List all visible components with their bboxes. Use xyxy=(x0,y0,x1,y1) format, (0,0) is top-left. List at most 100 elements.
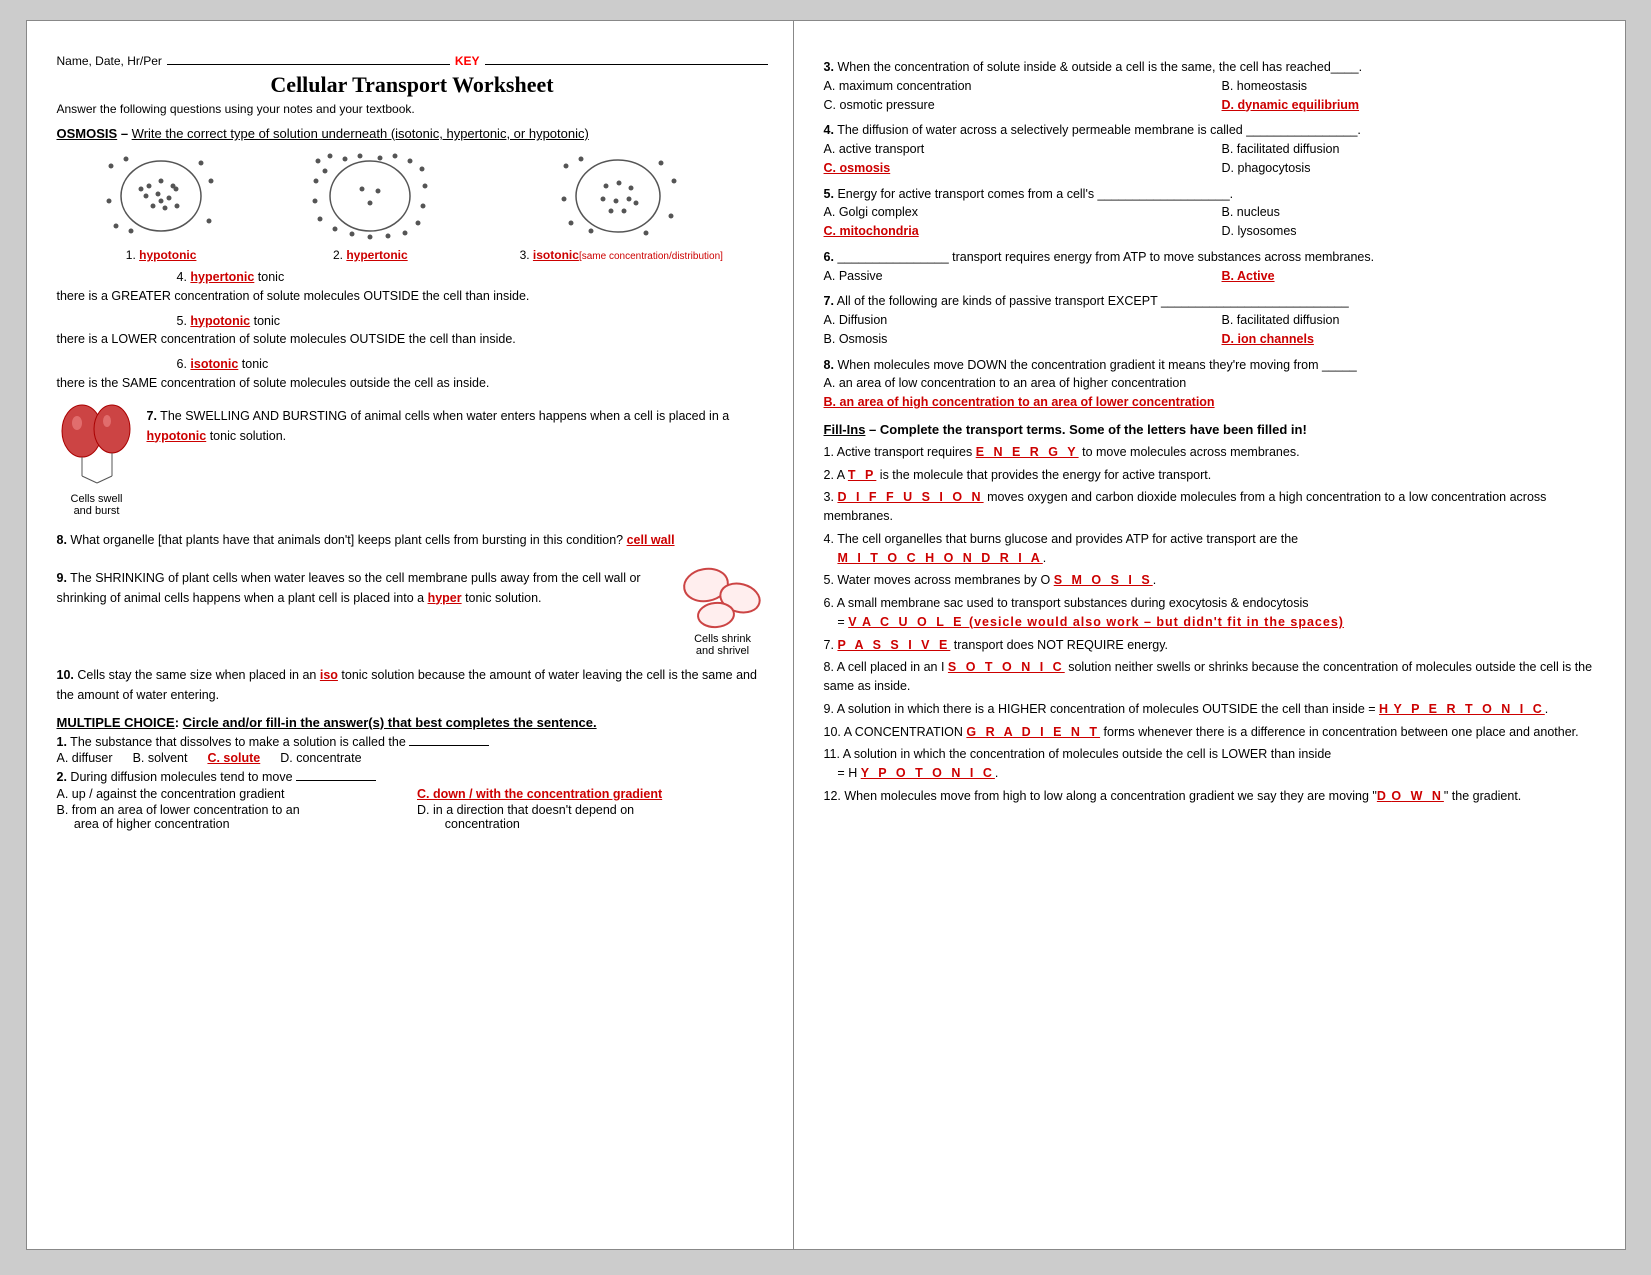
rq7-row2: B. Osmosis D. ion channels xyxy=(824,330,1600,349)
page-title: Cellular Transport Worksheet xyxy=(57,72,768,98)
rq7-opt-b: B. Osmosis xyxy=(824,330,1202,349)
fi-9: 9. A solution in which there is a HIGHER… xyxy=(824,700,1600,719)
rq3-num: 3. xyxy=(824,60,834,74)
rq7-opt-a: A. Diffusion xyxy=(824,311,1202,330)
name-underline xyxy=(167,51,450,65)
mc-q1-opt-a: A. diffuser xyxy=(57,751,113,765)
q5-blank: hypotonic xyxy=(190,314,250,328)
q7-text: 7. The SWELLING AND BURSTING of animal c… xyxy=(147,406,768,446)
q4-text2: there is a GREATER concentration of solu… xyxy=(57,289,530,303)
q7-num: 7. The SWELLING AND BURSTING of animal c… xyxy=(147,409,730,423)
left-column: Name, Date, Hr/Per KEY Cellular Transpor… xyxy=(27,21,794,1249)
fi-2: 2. A T P is the molecule that provides t… xyxy=(824,466,1600,485)
osmosis-diagrams: 1. hypotonic xyxy=(57,151,768,262)
q4-blank: hypertonic xyxy=(190,270,254,284)
diagram-1-num: 1. xyxy=(126,248,139,262)
balloon-circles xyxy=(57,401,137,491)
q9-area: 9. The SHRINKING of plant cells when wat… xyxy=(57,563,768,657)
fi-6: 6. A small membrane sac used to transpor… xyxy=(824,594,1600,632)
hypertonic-diagram xyxy=(310,151,430,241)
rq3-row1: A. maximum concentration B. homeostasis xyxy=(824,77,1600,96)
q7-tail: tonic solution. xyxy=(206,429,286,443)
rq7: 7. All of the following are kinds of pas… xyxy=(824,292,1600,348)
fi-1: 1. Active transport requires E N E R G Y… xyxy=(824,443,1600,462)
fi-12: 12. When molecules move from high to low… xyxy=(824,787,1600,806)
rq3-opt-c: C. osmotic pressure xyxy=(824,96,1202,115)
mc-q1-options: A. diffuser B. solvent C. solute D. conc… xyxy=(57,751,768,765)
fi-12-answer: D O W N xyxy=(1377,789,1444,803)
q5-text2: there is a LOWER concentration of solute… xyxy=(57,332,516,346)
fi-7: 7. P A S S I V E transport does NOT REQU… xyxy=(824,636,1600,655)
q6-block: 6. isotonic tonic there is the SAME conc… xyxy=(57,355,768,393)
rq5-num: 5. xyxy=(824,187,834,201)
fi-5-answer: S M O S I S xyxy=(1054,573,1153,587)
rq5-row2: C. mitochondria D. lysosomes xyxy=(824,222,1600,241)
q4-num: 4. xyxy=(177,270,191,284)
diagram-2-num: 2. xyxy=(333,248,346,262)
mc-q2-blank xyxy=(296,780,376,781)
q9-num: 9. The SHRINKING of plant cells when wat… xyxy=(57,571,641,605)
mc-q2: 2. During diffusion molecules tend to mo… xyxy=(57,770,768,831)
q6-blank: isotonic xyxy=(190,357,238,371)
rq5-row1: A. Golgi complex B. nucleus xyxy=(824,203,1600,222)
fi-3: 3. D I F F U S I O N moves oxygen and ca… xyxy=(824,488,1600,526)
mc-q1-opt-c: C. solute xyxy=(207,751,260,765)
fi-4: 4. The cell organelles that burns glucos… xyxy=(824,530,1600,568)
mc-q2-row1: A. up / against the concentration gradie… xyxy=(57,787,768,801)
rq4-num: 4. xyxy=(824,123,834,137)
q5-block: 5. hypotonic tonic there is a LOWER conc… xyxy=(57,312,768,350)
shrivel-label: Cells shrinkand shrivel xyxy=(694,633,751,657)
rq7-num: 7. xyxy=(824,294,834,308)
diagram-3-extra: [same concentration/distribution] xyxy=(579,251,723,262)
q4-block: 4. hypertonic tonic there is a GREATER c… xyxy=(57,268,768,306)
diagram-2: 2. hypertonic xyxy=(310,151,430,262)
key-text: KEY xyxy=(455,54,480,68)
rq4-opt-d: D. phagocytosis xyxy=(1222,159,1600,178)
rq6-num: 6. xyxy=(824,250,834,264)
rq5-opt-c: C. mitochondria xyxy=(824,222,1202,241)
q8-area: 8. What organelle [that plants have that… xyxy=(57,525,768,555)
shrivel-svg xyxy=(678,563,768,633)
diagram-2-answer: hypertonic xyxy=(346,248,407,262)
subtitle: Answer the following questions using you… xyxy=(57,102,768,116)
fi-2-answer: T P xyxy=(848,468,876,482)
q5-num: 5. xyxy=(177,314,191,328)
rq5: 5. Energy for active transport comes fro… xyxy=(824,185,1600,241)
q6-num: 6. xyxy=(177,357,191,371)
hypotonic-diagram xyxy=(101,151,221,241)
rq3-row2: C. osmotic pressure D. dynamic equilibri… xyxy=(824,96,1600,115)
q10-block: 10. Cells stay the same size when placed… xyxy=(57,665,768,705)
mc-q1: 1. The substance that dissolves to make … xyxy=(57,735,768,765)
q6-text2: there is the SAME concentration of solut… xyxy=(57,376,490,390)
mc-q2-options: A. up / against the concentration gradie… xyxy=(57,787,768,831)
mc-label: MULTIPLE CHOICE xyxy=(57,715,175,730)
right-column: 3. When the concentration of solute insi… xyxy=(794,21,1625,1249)
fi-5: 5. Water moves across membranes by O S M… xyxy=(824,571,1600,590)
q7-blank: hypotonic xyxy=(147,429,207,443)
q10-blank: iso xyxy=(320,668,338,682)
fi-10: 10. A CONCENTRATION G R A D I E N T form… xyxy=(824,723,1600,742)
rq3-opt-b: B. homeostasis xyxy=(1222,77,1600,96)
osmosis-instruction: Write the correct type of solution under… xyxy=(132,126,589,141)
shrivel-image: Cells shrinkand shrivel xyxy=(678,563,768,657)
fill-ins-label: Fill-Ins xyxy=(824,422,866,437)
mc-q2-opt-c: C. down / with the concentration gradien… xyxy=(417,787,768,801)
fill-ins-header: Fill-Ins – Complete the transport terms.… xyxy=(824,422,1600,437)
osmosis-header: OSMOSIS – Write the correct type of solu… xyxy=(57,126,768,141)
mc-header: MULTIPLE CHOICE: Circle and/or fill-in t… xyxy=(57,715,768,730)
balloon-image: Cells swelland burst xyxy=(57,401,137,517)
mc-q1-num: 1. xyxy=(57,735,67,749)
fill-ins-section: Fill-Ins – Complete the transport terms.… xyxy=(824,422,1600,806)
fi-3-answer: D I F F U S I O N xyxy=(837,490,983,504)
q9-tail: tonic solution. xyxy=(462,591,542,605)
q9-text: 9. The SHRINKING of plant cells when wat… xyxy=(57,568,668,608)
rq8-opt-b: B. an area of high concentration to an a… xyxy=(824,395,1215,409)
rq8-opt-b-row: B. an area of high concentration to an a… xyxy=(824,393,1600,412)
rq8-opt-a-row: A. an area of low concentration to an ar… xyxy=(824,374,1600,393)
rq5-opt-b: B. nucleus xyxy=(1222,203,1600,222)
diagram-3-answer: isotonic xyxy=(533,248,579,262)
rq6: 6. ________________ transport requires e… xyxy=(824,248,1600,286)
key-underline xyxy=(485,51,768,65)
rq7-opt-b2: B. facilitated diffusion xyxy=(1222,311,1600,330)
mc-q2-opt-b: B. from an area of lower concentration t… xyxy=(57,803,408,831)
